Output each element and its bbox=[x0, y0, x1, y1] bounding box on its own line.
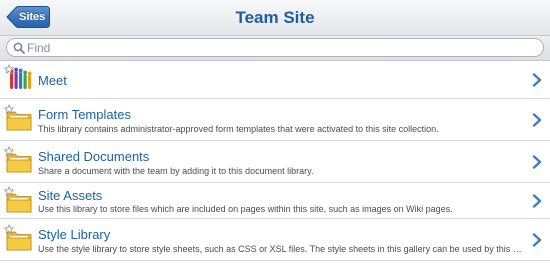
list-item-title: Meet bbox=[38, 73, 67, 88]
list-item-title: Style Library bbox=[38, 227, 111, 242]
navigation-bar: Sites Team Site bbox=[0, 0, 550, 36]
search-bar bbox=[0, 36, 550, 61]
site-content-list: Meet Form Templates This library contain… bbox=[0, 61, 550, 261]
chevron-right-icon bbox=[532, 194, 542, 208]
chevron-right-icon bbox=[532, 113, 542, 127]
folder-icon bbox=[4, 186, 32, 213]
list-item-title: Shared Documents bbox=[38, 149, 150, 164]
list-item-site-assets[interactable]: Site Assets Use this library to store fi… bbox=[0, 183, 550, 219]
list-item-shared-documents[interactable]: Shared Documents Share a document with t… bbox=[0, 141, 550, 183]
list-item-style-library[interactable]: Style Library Use the style library to s… bbox=[0, 219, 550, 261]
chevron-right-icon bbox=[532, 233, 542, 247]
search-icon bbox=[13, 42, 25, 54]
list-item-title: Form Templates bbox=[38, 107, 131, 122]
chevron-right-icon bbox=[532, 155, 542, 169]
folder-icon bbox=[4, 146, 32, 173]
list-item-form-templates[interactable]: Form Templates This library contains adm… bbox=[0, 99, 550, 141]
page-title: Team Site bbox=[235, 8, 315, 27]
search-input[interactable] bbox=[27, 39, 527, 56]
list-item-description: Use this library to store files which ar… bbox=[38, 204, 453, 214]
search-field[interactable] bbox=[6, 38, 544, 57]
app-frame: Sites Team Site Find Meet Form Templates… bbox=[0, 0, 550, 270]
chevron-right-icon bbox=[532, 73, 542, 87]
list-item-description: This library contains administrator-appr… bbox=[38, 124, 439, 134]
list-item-description: Use the style library to store style she… bbox=[38, 244, 522, 254]
folder-icon bbox=[4, 224, 32, 251]
list-item-description: Share a document with the team by adding… bbox=[38, 166, 314, 176]
meet-icon bbox=[4, 64, 32, 89]
list-item-meet[interactable]: Meet bbox=[0, 61, 550, 99]
folder-icon bbox=[4, 104, 32, 131]
list-item-title: Site Assets bbox=[38, 188, 103, 203]
